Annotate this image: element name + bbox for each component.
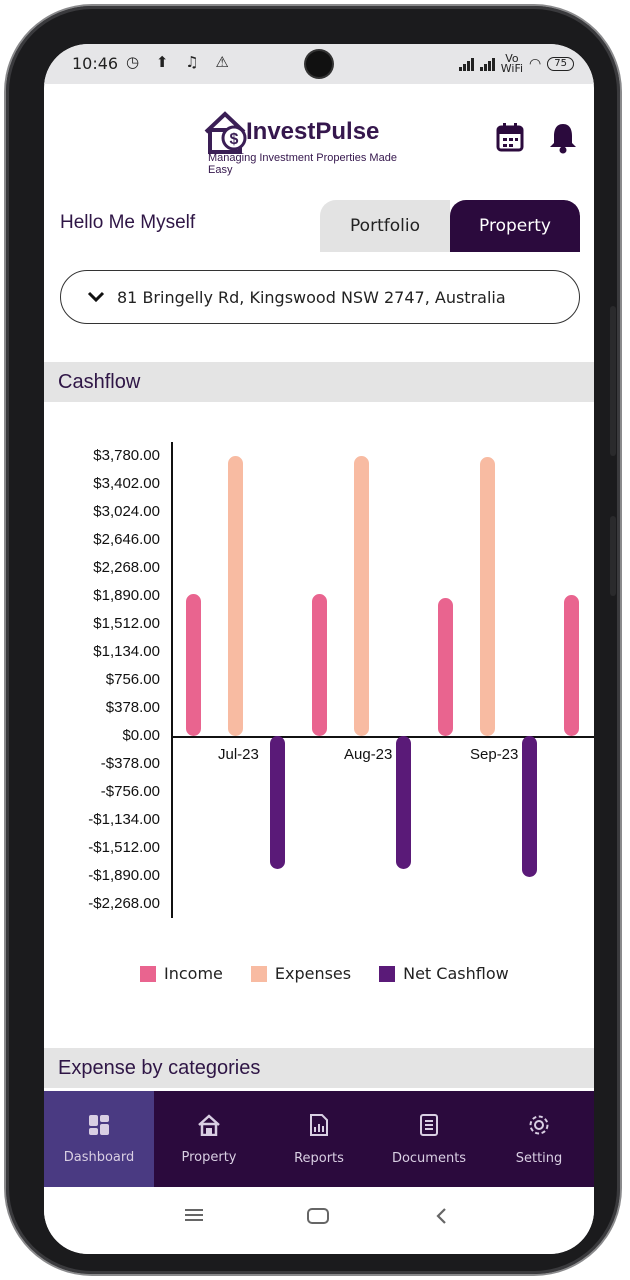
bar-income[interactable] [186, 593, 201, 736]
nav-documents[interactable]: Documents [374, 1091, 484, 1187]
y-tick-label: $1,134.00 [93, 643, 160, 660]
app-screen: 10:46 ◷ ⬆ ♫ ⚠ Vo WiFi ◠ 75 $ InvestPulse … [44, 44, 594, 1254]
chart-legend: Income Expenses Net Cashflow [140, 964, 509, 983]
bar-income[interactable] [564, 594, 579, 736]
wifi-icon: ◠ [529, 56, 542, 72]
y-tick-label: -$2,268.00 [88, 895, 160, 912]
y-tick-label: $378.00 [105, 699, 160, 716]
nav-property[interactable]: Property [154, 1091, 264, 1187]
y-tick-label: -$1,512.00 [88, 839, 160, 856]
status-right: Vo WiFi ◠ 75 [458, 52, 574, 75]
y-tick-label: -$378.00 [100, 755, 160, 772]
y-tick-label: $2,646.00 [93, 531, 160, 548]
y-tick-label: -$1,890.00 [88, 867, 160, 884]
phone-frame: 10:46 ◷ ⬆ ♫ ⚠ Vo WiFi ◠ 75 $ InvestPulse … [6, 6, 620, 1274]
bar-expenses[interactable] [228, 456, 243, 736]
legend-swatch-net-cashflow [379, 965, 396, 982]
x-tick-label: Sep-23 [470, 746, 519, 763]
cashflow-section-header: Cashflow [44, 362, 594, 402]
legend-item-net-cashflow[interactable]: Net Cashflow [379, 964, 509, 983]
greeting-text: Hello Me Myself [60, 212, 196, 233]
nav-dashboard[interactable]: Dashboard [44, 1091, 154, 1187]
bar-net-cashflow[interactable] [270, 736, 285, 869]
y-tick-label: $3,024.00 [93, 503, 160, 520]
app-logo: $ InvestPulse Managing Investment Proper… [202, 106, 412, 176]
bar-net-cashflow[interactable] [522, 736, 537, 877]
vowifi-label: Vo WiFi [500, 52, 524, 75]
bar-income[interactable] [312, 593, 327, 736]
view-toggle: Portfolio Property [320, 200, 580, 252]
nav-setting[interactable]: Setting [484, 1091, 594, 1187]
app-tagline: Managing Investment Properties Made Easy [208, 152, 397, 176]
bell-icon[interactable] [548, 122, 578, 154]
gear-icon [529, 1115, 549, 1134]
y-axis [171, 442, 173, 918]
svg-text:$: $ [230, 131, 239, 148]
legend-item-income[interactable]: Income [140, 964, 223, 983]
home-icon[interactable] [306, 1207, 330, 1225]
y-tick-label: $1,890.00 [93, 587, 160, 604]
legend-item-expenses[interactable]: Expenses [250, 964, 351, 983]
recents-icon[interactable] [184, 1207, 204, 1223]
y-tick-label: $2,268.00 [93, 559, 160, 576]
expense-categories-section-header: Expense by categories [44, 1048, 594, 1088]
tab-property[interactable]: Property [450, 200, 580, 252]
reports-icon [310, 1113, 328, 1136]
signal-icon-2 [479, 57, 495, 71]
status-time: 10:46 [72, 54, 119, 73]
y-tick-label: -$756.00 [100, 783, 160, 800]
bar-net-cashflow[interactable] [396, 736, 411, 869]
notification-icons: ◷ ⬆ ♫ ⚠ [126, 53, 235, 71]
bar-expenses[interactable] [354, 456, 369, 736]
property-select[interactable]: 81 Bringelly Rd, Kingswood NSW 2747, Aus… [60, 270, 580, 324]
tab-portfolio[interactable]: Portfolio [320, 200, 450, 252]
y-tick-label: $1,512.00 [93, 615, 160, 632]
dashboard-icon [89, 1114, 109, 1135]
battery-indicator: 75 [547, 57, 574, 71]
y-tick-label: -$1,134.00 [88, 811, 160, 828]
calendar-icon[interactable] [496, 122, 524, 152]
bar-income[interactable] [438, 598, 453, 736]
x-tick-label: Jul-23 [218, 746, 259, 763]
bottom-nav: Dashboard Property Reports Documents Set… [44, 1091, 594, 1187]
y-tick-label: $0.00 [122, 727, 160, 744]
power-button [610, 516, 616, 596]
cashflow-chart: $3,780.00 $3,402.00 $3,024.00 $2,646.00 $2,2… [44, 434, 594, 934]
signal-icon [458, 57, 474, 71]
bar-expenses[interactable] [480, 456, 495, 736]
y-tick-label: $756.00 [105, 671, 160, 688]
legend-swatch-income [140, 965, 156, 982]
y-tick-label: $3,402.00 [93, 475, 160, 492]
nav-reports[interactable]: Reports [264, 1091, 374, 1187]
system-nav-bar [44, 1187, 594, 1254]
x-tick-label: Aug-23 [344, 746, 393, 763]
y-tick-label: $3,780.00 [93, 447, 160, 464]
chevron-down-icon [87, 291, 105, 303]
documents-icon [420, 1113, 438, 1136]
legend-swatch-expenses [250, 965, 267, 982]
house-dollar-icon: $ [204, 111, 247, 154]
app-name: InvestPulse [246, 118, 380, 145]
back-icon[interactable] [434, 1207, 448, 1225]
property-select-value: 81 Bringelly Rd, Kingswood NSW 2747, Aus… [117, 287, 506, 307]
volume-button [610, 306, 616, 456]
property-icon [198, 1113, 220, 1136]
status-bar: 10:46 ◷ ⬆ ♫ ⚠ Vo WiFi ◠ 75 [44, 44, 594, 84]
front-camera [306, 51, 332, 77]
